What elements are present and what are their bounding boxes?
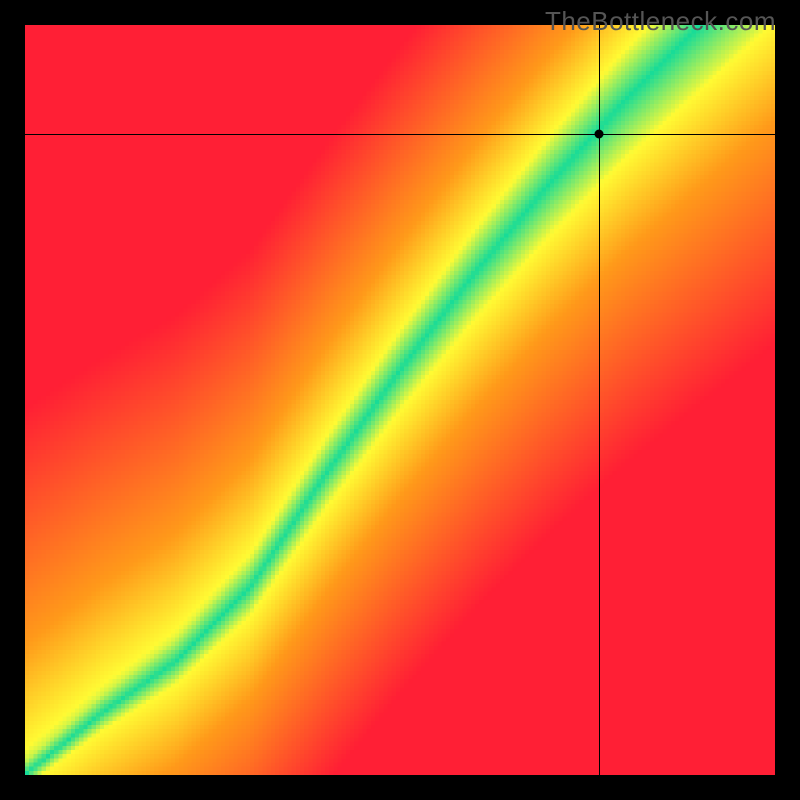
heatmap-canvas	[25, 25, 775, 775]
watermark-text: TheBottleneck.com	[545, 6, 776, 37]
chart-root: TheBottleneck.com	[0, 0, 800, 800]
heatmap-plot	[25, 25, 775, 775]
